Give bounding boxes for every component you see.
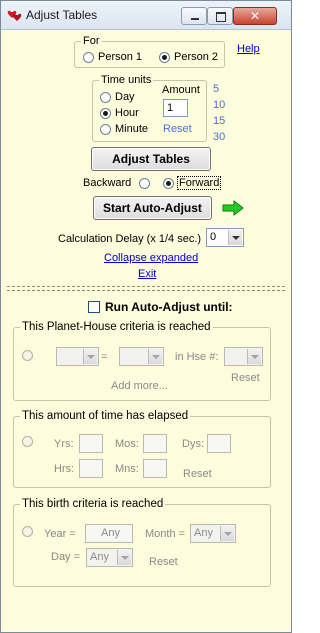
person2-label: Person 2 xyxy=(174,51,219,63)
separator-line xyxy=(7,286,285,287)
birth-criteria-legend: This birth criteria is reached xyxy=(22,498,164,510)
day-label: Day xyxy=(115,91,135,103)
month-value: Any xyxy=(194,527,213,539)
time-elapsed-group: This amount of time has elapsed xyxy=(13,410,271,488)
days-input[interactable] xyxy=(207,434,231,453)
close-button[interactable]: ✕ xyxy=(233,7,277,25)
years-label: Yrs: xyxy=(54,438,74,450)
hour-label: Hour xyxy=(115,107,139,119)
delay-value: 0 xyxy=(210,231,217,243)
chevron-down-icon[interactable] xyxy=(117,550,131,565)
title-bar[interactable]: Adjust Tables ✕ xyxy=(1,1,291,30)
person2-radio[interactable] xyxy=(159,52,170,63)
chevron-down-icon[interactable] xyxy=(228,230,242,245)
run-until-checkbox[interactable] xyxy=(88,301,100,313)
equals-sign: = xyxy=(101,351,108,363)
time-elapsed-legend: This amount of time has elapsed xyxy=(22,410,189,422)
backward-radio[interactable] xyxy=(139,178,150,189)
minimize-button[interactable] xyxy=(181,7,207,25)
start-auto-adjust-button[interactable]: Start Auto-Adjust xyxy=(93,196,212,220)
chevron-down-icon[interactable] xyxy=(220,526,234,541)
planet-select[interactable] xyxy=(56,347,99,366)
chevron-down-icon[interactable] xyxy=(247,349,261,364)
month-select[interactable]: Any xyxy=(190,524,236,543)
planet-house-radio[interactable] xyxy=(22,350,33,361)
time-reset-link[interactable]: Reset xyxy=(163,123,192,135)
delay-select[interactable]: 0 xyxy=(206,228,244,247)
add-more-link[interactable]: Add more... xyxy=(111,380,168,392)
window-title: Adjust Tables xyxy=(26,8,98,22)
green-arrow-icon xyxy=(222,200,244,216)
forward-label: Forward xyxy=(177,176,222,190)
house-planet-select[interactable] xyxy=(119,347,164,366)
hours-label: Hrs: xyxy=(54,463,75,475)
days-label: Dys: xyxy=(182,438,204,450)
months-input[interactable] xyxy=(143,434,167,453)
exit-link[interactable]: Exit xyxy=(138,268,156,280)
amount-input[interactable]: 1 xyxy=(163,99,188,117)
preset-5[interactable]: 5 xyxy=(213,83,219,95)
delay-label: Calculation Delay (x 1/4 sec.) xyxy=(58,233,202,245)
planet-house-legend: This Planet-House criteria is reached xyxy=(22,321,211,333)
minutes-input[interactable] xyxy=(143,459,167,478)
minute-label: Minute xyxy=(115,123,149,135)
preset-10[interactable]: 10 xyxy=(213,99,225,111)
day-of-birth-label: Day = xyxy=(51,551,81,563)
hour-radio[interactable] xyxy=(100,108,111,119)
chevron-down-icon[interactable] xyxy=(83,349,97,364)
birth-criteria-radio[interactable] xyxy=(22,526,33,537)
day-radio[interactable] xyxy=(100,92,111,103)
hearts-app-icon xyxy=(7,10,22,21)
hours-input[interactable] xyxy=(79,459,103,478)
day-select[interactable]: Any xyxy=(86,548,133,567)
chevron-down-icon[interactable] xyxy=(148,349,162,364)
forward-radio[interactable] xyxy=(163,178,174,189)
help-link[interactable]: Help xyxy=(237,43,260,55)
separator-line xyxy=(7,290,285,291)
time-elapsed-reset[interactable]: Reset xyxy=(183,468,212,480)
run-until-label: Run Auto-Adjust until: xyxy=(105,300,233,314)
for-legend: For xyxy=(83,35,100,47)
time-units-legend: Time units xyxy=(101,74,152,86)
year-input[interactable]: Any xyxy=(85,524,133,543)
months-label: Mos: xyxy=(115,438,139,450)
years-input[interactable] xyxy=(79,434,103,453)
minutes-label: Mns: xyxy=(115,463,139,475)
preset-15[interactable]: 15 xyxy=(213,115,225,127)
minute-radio[interactable] xyxy=(100,124,111,135)
preset-30[interactable]: 30 xyxy=(213,131,225,143)
adjust-tables-window: Adjust Tables ✕ For Person 1 Person 2 He… xyxy=(0,0,292,633)
in-house-label: in Hse #: xyxy=(175,351,219,363)
collapse-expanded-link[interactable]: Collapse expanded xyxy=(104,252,198,264)
backward-label: Backward xyxy=(83,177,132,189)
time-elapsed-radio[interactable] xyxy=(22,436,33,447)
adjust-tables-button[interactable]: Adjust Tables xyxy=(91,147,211,171)
month-label: Month = xyxy=(145,528,186,540)
house-number-select[interactable] xyxy=(224,347,263,366)
person1-label: Person 1 xyxy=(98,51,143,63)
year-label: Year = xyxy=(44,528,76,540)
planet-house-reset[interactable]: Reset xyxy=(231,372,260,384)
birth-reset[interactable]: Reset xyxy=(149,556,178,568)
close-icon: ✕ xyxy=(249,9,261,23)
person1-radio[interactable] xyxy=(83,52,94,63)
maximize-button[interactable] xyxy=(207,7,233,25)
amount-label: Amount xyxy=(162,84,200,96)
day-value: Any xyxy=(90,551,109,563)
